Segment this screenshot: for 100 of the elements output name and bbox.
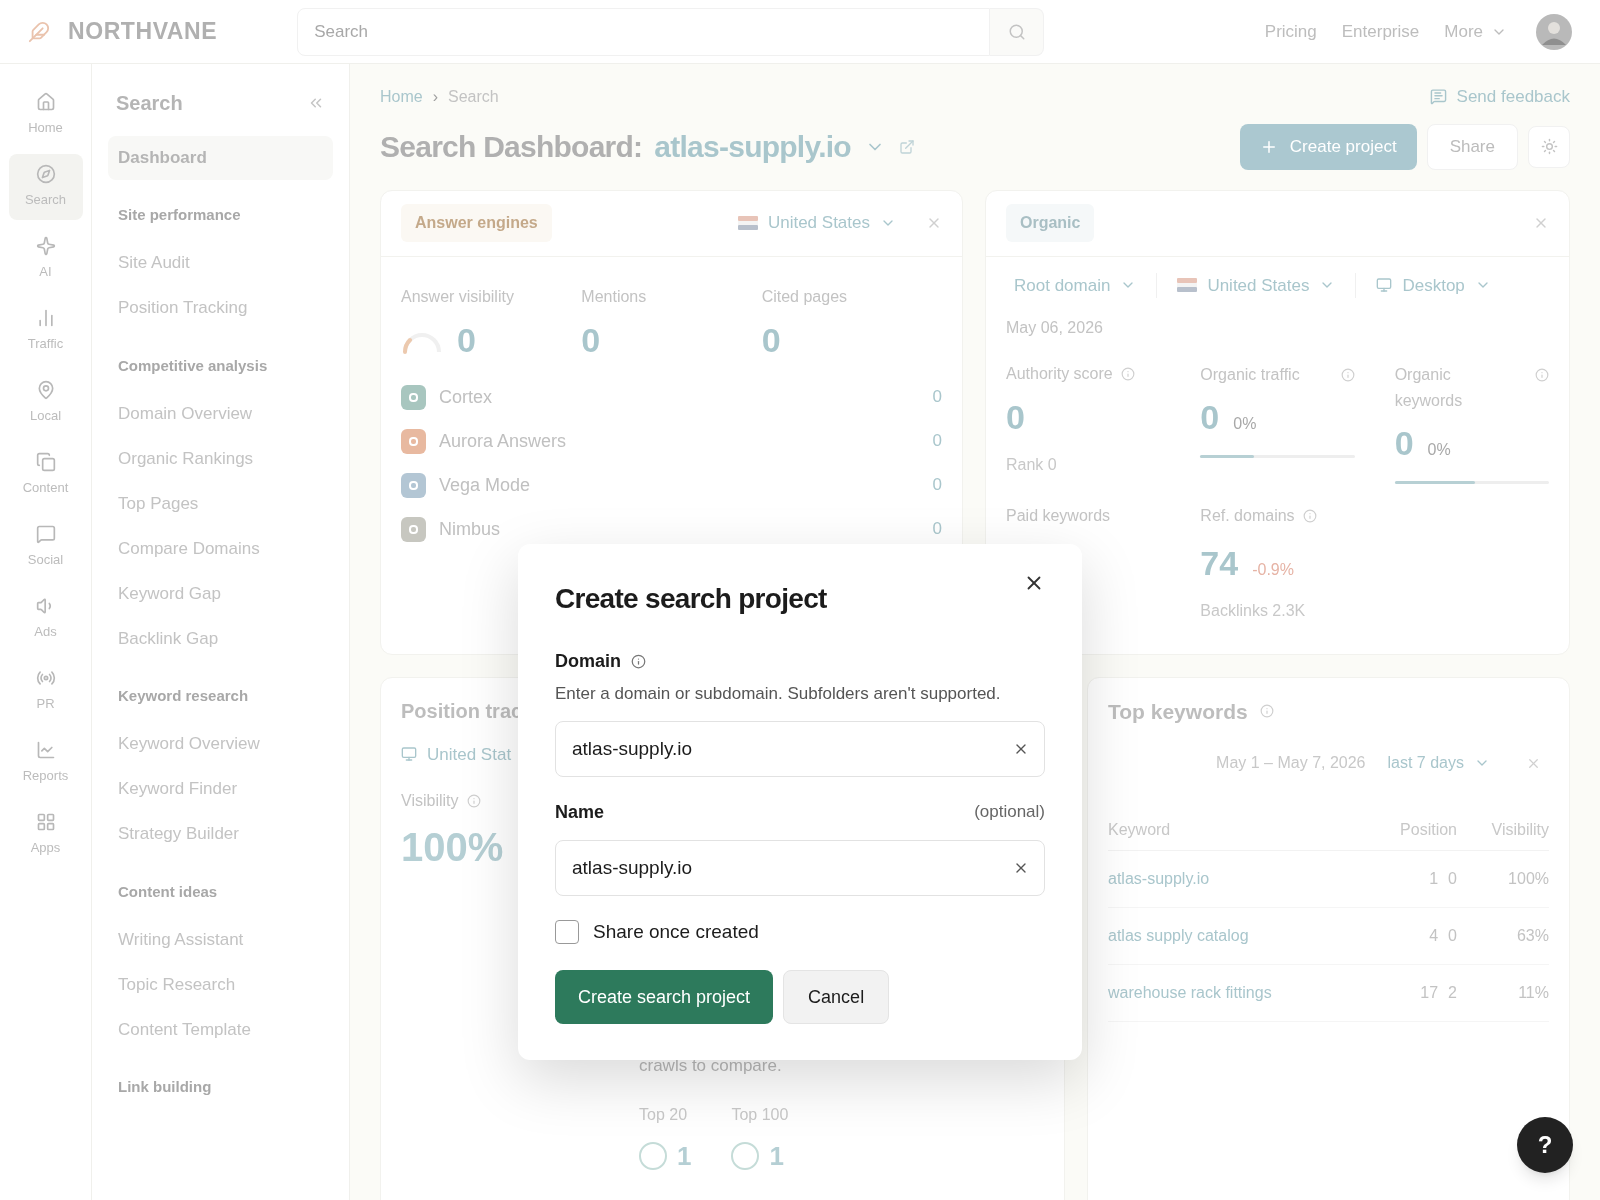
sidebar-item[interactable]: Top Pages xyxy=(108,481,333,526)
section-heading: Keyword research xyxy=(117,686,250,706)
breadcrumb-separator: › xyxy=(432,86,438,107)
info-icon xyxy=(1259,704,1274,719)
field-label: Name xyxy=(555,800,605,824)
sidebar-item[interactable]: Position Tracking xyxy=(108,285,333,331)
sidebar-item[interactable]: Keyword Finder xyxy=(108,766,333,812)
rail-icon xyxy=(35,812,56,833)
name-input[interactable]: atlas-supply.io xyxy=(555,839,1045,896)
stat-label: Organic traffic xyxy=(1200,365,1300,385)
info-icon xyxy=(1340,368,1355,382)
breadcrumb-current: Search xyxy=(448,86,499,107)
stat-value: 0 xyxy=(457,319,476,361)
domain-input[interactable]: atlas-supply.io xyxy=(555,720,1045,777)
stat-value: 1 xyxy=(769,1139,784,1173)
rail-icon xyxy=(35,524,56,545)
nav-link[interactable]: Enterprise xyxy=(1341,18,1420,45)
info-icon xyxy=(631,654,646,669)
flag-icon xyxy=(737,216,758,230)
sidebar-item[interactable]: Content Template xyxy=(108,1007,333,1052)
sidebar-item[interactable]: Compare Domains xyxy=(108,526,333,571)
period-dropdown[interactable]: last 7 days xyxy=(1387,751,1490,775)
share-button[interactable]: Share xyxy=(1426,123,1518,170)
rail-item[interactable]: Ads xyxy=(8,586,83,652)
help-text: Enter a domain or subdomain. Subfolders aren't supported. xyxy=(555,683,1002,705)
engine-name: Cortex xyxy=(439,385,492,409)
sidebar-item[interactable]: Strategy Builder xyxy=(108,811,333,857)
create-project-button[interactable]: Create project xyxy=(1239,123,1417,170)
position-change: 0 xyxy=(1448,869,1457,889)
engine-value: 0 xyxy=(932,518,942,541)
more-menu[interactable]: More xyxy=(1444,18,1507,45)
nav-link[interactable]: Pricing xyxy=(1264,18,1317,45)
sidebar-item[interactable]: Site Audit xyxy=(108,240,333,286)
info-icon xyxy=(1120,367,1135,381)
sidebar-item[interactable]: Domain Overview xyxy=(108,391,333,436)
visibility-value: 100% xyxy=(401,824,504,871)
feedback-link[interactable]: Send feedback xyxy=(1429,84,1570,110)
change-text: 0% xyxy=(1233,414,1257,434)
sidebar-item[interactable]: Dashboard xyxy=(108,136,333,180)
sidebar-title: Search xyxy=(116,91,183,116)
change-text: 0% xyxy=(1427,440,1451,460)
domain-selector[interactable]: atlas-supply.io xyxy=(654,124,885,169)
card-tag: Organic xyxy=(1006,204,1095,242)
change-text: -0.9% xyxy=(1252,560,1294,580)
keyword-link[interactable]: atlas supply catalog xyxy=(1108,924,1377,948)
filter-dropdown[interactable]: Root domain xyxy=(1006,272,1145,298)
filter-dropdown[interactable]: United States xyxy=(1156,272,1344,298)
search-button[interactable] xyxy=(990,7,1045,56)
monitor-icon xyxy=(1376,277,1393,294)
stat-label: Mentions xyxy=(581,286,648,307)
info-icon xyxy=(1302,509,1317,523)
checkbox-label: Share once created xyxy=(593,919,759,944)
stat-label: Answer visibility xyxy=(401,286,515,307)
section-heading: Competitive analysis xyxy=(117,355,269,376)
page-title: Search Dashboard: xyxy=(380,129,643,165)
submit-button[interactable]: Create search project xyxy=(555,970,774,1024)
filter-dropdown[interactable]: Desktop xyxy=(1355,272,1499,298)
sidebar-item[interactable]: Writing Assistant xyxy=(108,917,333,962)
rail-icon xyxy=(35,236,56,257)
info-icon xyxy=(466,794,481,808)
message-icon xyxy=(1429,88,1447,106)
engine-name: Nimbus xyxy=(439,517,500,541)
stat-value: 0 xyxy=(581,319,601,361)
position-change: 0 xyxy=(1448,926,1457,946)
country-selector[interactable]: United States xyxy=(737,210,896,236)
keyword-link[interactable]: warehouse rack fittings xyxy=(1108,981,1377,1005)
avatar[interactable] xyxy=(1536,13,1572,50)
rail-item[interactable]: PR xyxy=(8,658,83,724)
rail-item[interactable]: Local xyxy=(8,370,83,436)
position-value: 4 xyxy=(1429,926,1439,946)
rail-item[interactable]: Social xyxy=(8,514,83,580)
cancel-button[interactable]: Cancel xyxy=(783,970,890,1024)
rail-item[interactable]: Traffic xyxy=(8,298,83,364)
engine-value: 0 xyxy=(932,430,942,453)
stat-label: Cited pages xyxy=(761,286,849,307)
rail-item[interactable]: Home xyxy=(8,82,83,148)
card-tag: Answer engines xyxy=(401,204,552,242)
sidebar-item[interactable]: Backlink Gap xyxy=(108,616,333,661)
rail-item[interactable]: AI xyxy=(8,226,83,292)
search-field[interactable]: Search xyxy=(297,7,991,56)
sidebar-item[interactable]: Keyword Gap xyxy=(108,571,333,616)
sidebar-item[interactable]: Organic Rankings xyxy=(108,436,333,481)
external-link-icon[interactable] xyxy=(898,138,915,155)
theme-button[interactable] xyxy=(1528,125,1570,168)
stat-value: 74 xyxy=(1200,543,1239,584)
visibility-value: 100% xyxy=(1507,869,1549,889)
sidebar-item[interactable]: Topic Research xyxy=(108,962,333,1007)
keyword-link[interactable]: atlas-supply.io xyxy=(1108,867,1377,891)
card-title: Top keywords xyxy=(1108,698,1248,725)
rail-item[interactable]: Reports xyxy=(8,730,83,796)
position-value: 17 xyxy=(1420,983,1439,1003)
stat-label: Authority score xyxy=(1006,364,1113,384)
checkbox[interactable] xyxy=(555,919,579,944)
sidebar-item[interactable]: Keyword Overview xyxy=(108,721,333,767)
country-text: United Stat xyxy=(427,743,512,766)
position-change: 2 xyxy=(1448,983,1457,1003)
rail-item[interactable]: Apps xyxy=(8,802,83,868)
rail-item[interactable]: Content xyxy=(8,442,83,508)
breadcrumb-link[interactable]: Home xyxy=(380,84,423,109)
stat-label: Organic keywords xyxy=(1394,365,1464,411)
